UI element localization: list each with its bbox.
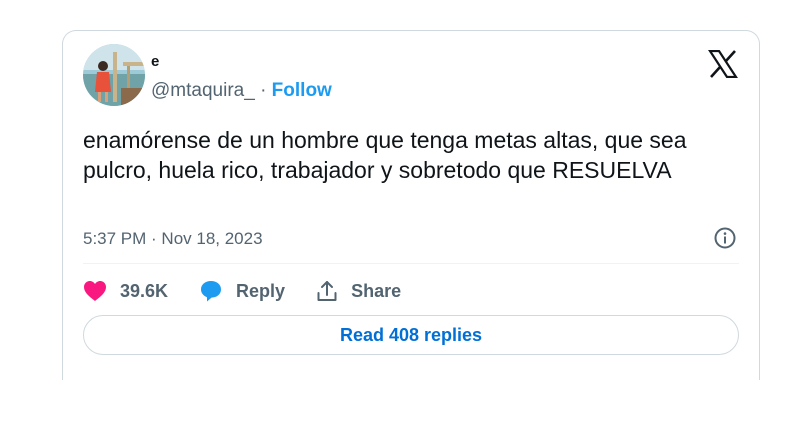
tweet-timestamp[interactable]: 5:37 PM · Nov 18, 2023 xyxy=(83,228,263,250)
like-count: 39.6K xyxy=(120,280,169,301)
heart-icon xyxy=(84,281,106,301)
read-replies-button[interactable]: Read 408 replies xyxy=(83,315,739,355)
reply-bubble-icon xyxy=(201,281,222,302)
tweet-actions: 39.6K Reply Share xyxy=(83,276,432,306)
share-label: Share xyxy=(351,280,402,301)
author-display-name[interactable]: e xyxy=(151,53,159,71)
tweet-card: e @mtaquira_ · Follow enamórense de un h… xyxy=(62,30,760,380)
avatar-image xyxy=(83,44,145,106)
reply-label: Reply xyxy=(236,280,286,301)
share-button[interactable]: Share xyxy=(316,280,401,302)
author-handle-line: @mtaquira_ · Follow xyxy=(151,80,332,102)
share-icon xyxy=(317,281,337,301)
avatar[interactable] xyxy=(83,44,145,106)
handle-separator: · xyxy=(260,80,267,101)
like-button[interactable]: 39.6K xyxy=(83,280,168,302)
reply-button[interactable]: Reply xyxy=(199,279,285,303)
info-icon[interactable] xyxy=(713,226,737,250)
author-handle[interactable]: @mtaquira_ xyxy=(151,80,255,101)
tweet-text: enamórense de un hombre que tenga metas … xyxy=(83,127,687,183)
x-logo-icon[interactable] xyxy=(707,49,739,79)
follow-button[interactable]: Follow xyxy=(272,80,332,101)
divider xyxy=(83,263,739,264)
